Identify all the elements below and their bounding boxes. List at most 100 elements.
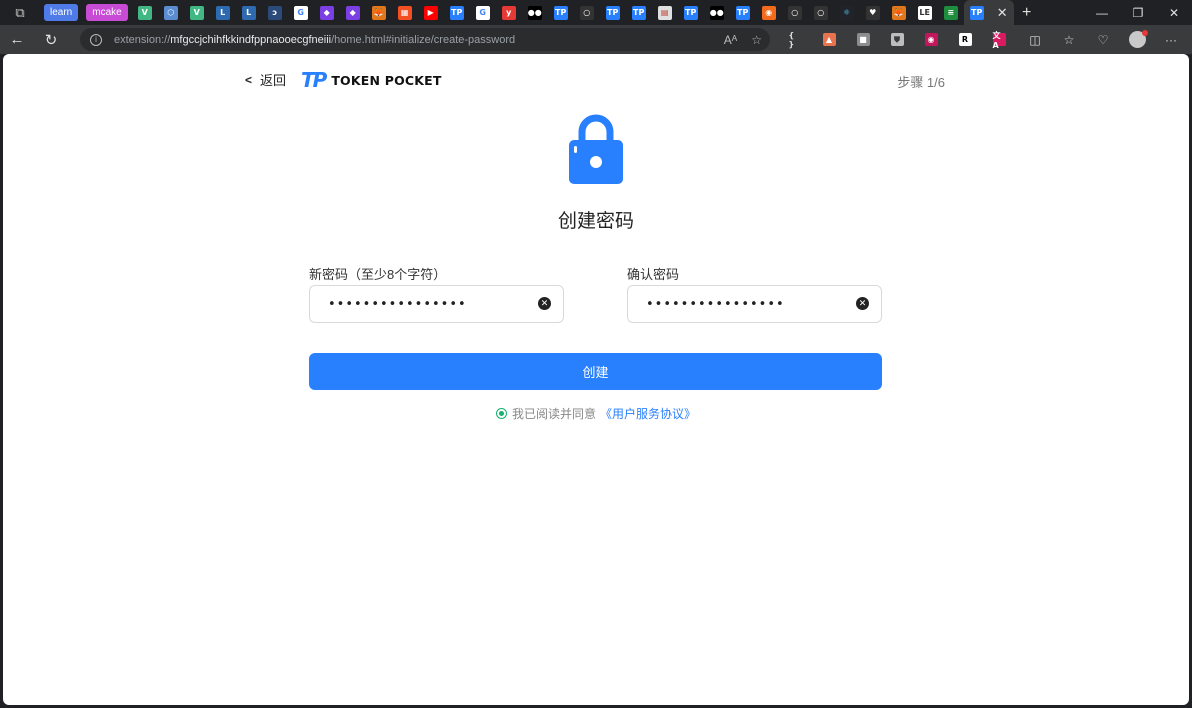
app-header: < 返回 TP TOKEN POCKET 步骤 1/6 bbox=[3, 54, 1189, 104]
browser-tab[interactable]: ◆ bbox=[340, 0, 366, 25]
step-indicator: 步骤 1/6 bbox=[897, 75, 945, 90]
browser-tab[interactable]: ⬡ bbox=[158, 0, 184, 25]
extension-favicon-icon: { } bbox=[788, 31, 802, 49]
confirm-password-input[interactable] bbox=[646, 296, 846, 312]
browser-tab[interactable]: ○ bbox=[574, 0, 600, 25]
tab-favicon-icon: ●● bbox=[709, 5, 724, 20]
browser-tab[interactable]: TP bbox=[626, 0, 652, 25]
tab-favicon-icon: 🦊 bbox=[891, 5, 906, 20]
tab-favicon-icon: ○ bbox=[813, 5, 828, 20]
confirm-password-label: 确认密码 bbox=[627, 267, 680, 282]
tab-favicon-icon: G bbox=[293, 5, 308, 20]
new-tab-button[interactable]: + bbox=[1014, 0, 1040, 25]
agreement-radio[interactable] bbox=[495, 408, 507, 419]
browser-tab[interactable]: TP bbox=[600, 0, 626, 25]
minimize-icon[interactable]: — bbox=[1084, 0, 1120, 25]
extension-icon[interactable]: { } bbox=[778, 25, 812, 54]
browser-tab-strip: ⧉ learn mcake V ⬡ V L Lↄ G ◆ ◆ 🦊 ▦ ▶ TP Gy ●● TP ○ TP TP ▤ TP… bbox=[0, 0, 1192, 25]
extension-icon[interactable]: ▲ bbox=[812, 25, 846, 54]
tab-favicon-icon: ○ bbox=[579, 5, 594, 20]
browser-tab[interactable]: ♥ bbox=[860, 0, 886, 25]
favorites-icon[interactable]: ☆ bbox=[1052, 25, 1086, 54]
new-password-input[interactable] bbox=[328, 296, 528, 312]
confirm-password-field[interactable]: ✕ bbox=[627, 285, 882, 323]
browser-essentials-icon[interactable]: ♡ bbox=[1086, 25, 1120, 54]
split-screen-icon[interactable]: ◫ bbox=[1018, 25, 1052, 54]
browser-tab[interactable]: ▶ bbox=[418, 0, 444, 25]
url-text[interactable]: extension://mfgccjchihfkkindfppnaooecgfn… bbox=[114, 34, 515, 46]
tab-favicon-icon: V bbox=[137, 5, 152, 20]
browser-tab[interactable]: G bbox=[288, 0, 314, 25]
browser-tab[interactable]: ◆ bbox=[314, 0, 340, 25]
browser-tab[interactable]: ▦ bbox=[392, 0, 418, 25]
close-window-icon[interactable]: ✕ bbox=[1156, 0, 1192, 25]
browser-tab[interactable]: ○ bbox=[782, 0, 808, 25]
browser-tab[interactable]: G bbox=[470, 0, 496, 25]
browser-tab[interactable]: ≡ bbox=[938, 0, 964, 25]
browser-tab[interactable]: V bbox=[132, 0, 158, 25]
browser-tab[interactable]: ○ bbox=[808, 0, 834, 25]
site-info-icon[interactable]: i bbox=[90, 33, 102, 46]
create-button[interactable]: 创建 bbox=[309, 353, 882, 390]
browser-tab[interactable]: ●● bbox=[704, 0, 730, 25]
tab-favicon-icon: ◉ bbox=[761, 5, 776, 20]
tab-learn[interactable]: learn bbox=[44, 4, 79, 21]
extension-icon[interactable]: ■ bbox=[846, 25, 880, 54]
logo-text: TOKEN POCKET bbox=[331, 72, 442, 88]
browser-tab[interactable]: TP bbox=[678, 0, 704, 25]
favorite-star-icon[interactable]: ☆ bbox=[751, 33, 762, 47]
clear-new-password-icon[interactable]: ✕ bbox=[538, 297, 551, 310]
user-agreement-link[interactable]: 《用户服务协议》 bbox=[600, 405, 696, 422]
browser-tab[interactable]: L bbox=[236, 0, 262, 25]
back-arrow-icon[interactable]: ← bbox=[0, 25, 34, 54]
tab-mcake[interactable]: mcake bbox=[86, 4, 128, 21]
tab-favicon-icon: ⚛ bbox=[839, 5, 854, 20]
tab-favicon-icon: 🦊 bbox=[371, 5, 386, 20]
browser-tab[interactable]: ●● bbox=[522, 0, 548, 25]
tab-favicon-icon: ▤ bbox=[657, 5, 672, 20]
browser-tab[interactable]: ▤ bbox=[652, 0, 678, 25]
tab-favicon-icon: L bbox=[215, 5, 230, 20]
new-password-field[interactable]: ✕ bbox=[309, 285, 564, 323]
browser-tab[interactable]: TP bbox=[444, 0, 470, 25]
tab-favicon-icon: TP bbox=[605, 5, 620, 20]
tab-favicon-icon: TP bbox=[449, 5, 464, 20]
browser-tab[interactable]: 🦊 bbox=[886, 0, 912, 25]
tab-favicon-icon: LE bbox=[917, 5, 932, 20]
extension-icon[interactable]: ⛊ bbox=[880, 25, 914, 54]
restore-icon[interactable]: ❐ bbox=[1120, 0, 1156, 25]
tab-favicon-icon: ◆ bbox=[319, 5, 334, 20]
extension-favicon-icon: ⛊ bbox=[890, 33, 904, 46]
address-bar[interactable]: i extension://mfgccjchihfkkindfppnaooecg… bbox=[80, 28, 770, 51]
browser-tab[interactable]: LE bbox=[912, 0, 938, 25]
extension-favicon-icon: 文A bbox=[992, 31, 1006, 50]
browser-tab[interactable]: L bbox=[210, 0, 236, 25]
tab-favicon-icon: ▶ bbox=[423, 5, 438, 20]
profile-avatar[interactable] bbox=[1120, 25, 1154, 54]
extension-icon[interactable]: R bbox=[948, 25, 982, 54]
browser-tab[interactable]: ◉ bbox=[756, 0, 782, 25]
back-button[interactable]: < 返回 bbox=[245, 70, 286, 89]
workspaces-icon[interactable]: ⧉ bbox=[0, 0, 40, 25]
extension-icon[interactable]: ◉ bbox=[914, 25, 948, 54]
browser-tab[interactable]: y bbox=[496, 0, 522, 25]
browser-tab[interactable]: TP bbox=[730, 0, 756, 25]
clear-confirm-password-icon[interactable]: ✕ bbox=[856, 297, 869, 310]
tab-favicon-icon: ◆ bbox=[345, 5, 360, 20]
tab-favicon-icon: ≡ bbox=[943, 5, 958, 20]
more-options-icon[interactable]: ··· bbox=[1154, 25, 1188, 54]
browser-tab[interactable]: ⚛ bbox=[834, 0, 860, 25]
close-tab-icon[interactable]: ✕ bbox=[997, 5, 1008, 21]
browser-tab[interactable]: 🦊 bbox=[366, 0, 392, 25]
extension-icon[interactable]: 文A bbox=[982, 25, 1016, 54]
tab-favicon-icon: TP bbox=[631, 5, 646, 20]
tab-favicon-icon: G bbox=[475, 5, 490, 20]
browser-tab[interactable]: ↄ bbox=[262, 0, 288, 25]
active-tab[interactable]: TP ✕ bbox=[963, 0, 1014, 25]
browser-tab[interactable]: TP bbox=[548, 0, 574, 25]
tab-favicon-icon: L bbox=[241, 5, 256, 20]
refresh-icon[interactable]: ↻ bbox=[34, 25, 68, 54]
read-aloud-icon[interactable]: Aᴬ bbox=[724, 33, 737, 47]
tab-favicon-icon: ○ bbox=[787, 5, 802, 20]
browser-tab[interactable]: V bbox=[184, 0, 210, 25]
